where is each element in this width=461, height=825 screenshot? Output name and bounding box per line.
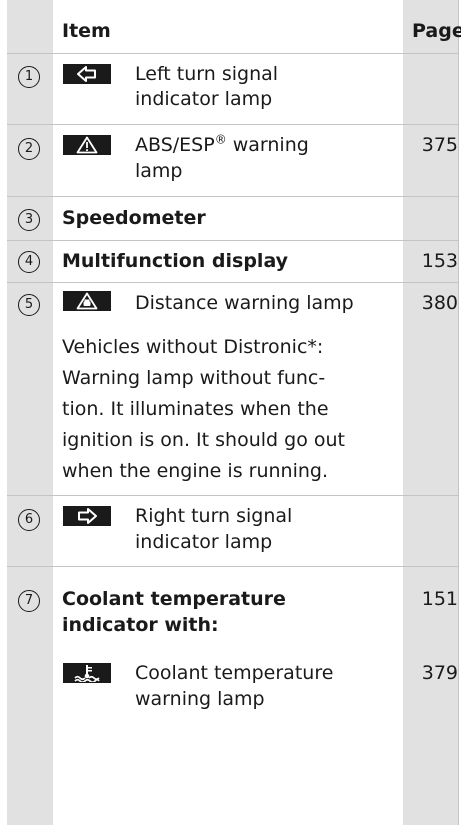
note-line-4: ignition is on. It should go out xyxy=(62,429,345,451)
row-number-5: 5 xyxy=(18,294,40,316)
coolant-temperature-icon xyxy=(63,663,111,683)
row-divider xyxy=(7,240,458,241)
row-text-7-line1: Coolant temperature xyxy=(62,588,286,610)
table-right-border xyxy=(458,0,459,825)
row-text-1-line2: indicator lamp xyxy=(135,88,273,110)
row-divider xyxy=(7,566,458,567)
row-number-6: 6 xyxy=(18,509,40,531)
note-line-5: when the engine is running. xyxy=(62,460,328,482)
row-text-6-line2: indicator lamp xyxy=(135,531,273,553)
page-ref-2: 375 xyxy=(421,134,458,156)
row-text-1-line1: Left turn signal xyxy=(135,63,279,85)
row-text-4: Multifunction display xyxy=(62,250,289,272)
row-divider xyxy=(7,53,458,54)
page-ref-7: 151 xyxy=(421,588,458,610)
row-divider xyxy=(7,124,458,125)
row-number-4: 4 xyxy=(18,251,40,273)
note-line-3: tion. It illuminates when the xyxy=(62,398,329,420)
row-text-2-line2: lamp xyxy=(135,160,183,182)
row-text-6-line1: Right turn signal xyxy=(135,505,293,527)
row-number-7: 7 xyxy=(18,590,40,612)
right-arrow-icon xyxy=(63,506,111,526)
note-line-1: Vehicles without Distronic*: xyxy=(62,336,324,358)
row-number-2: 2 xyxy=(18,138,40,160)
row-number-1: 1 xyxy=(18,66,40,88)
row-text-2-line1: ABS/ESP® warning xyxy=(135,132,309,156)
distance-warning-icon xyxy=(63,291,111,311)
row-number-3: 3 xyxy=(18,209,40,231)
row-divider xyxy=(7,282,458,283)
row-divider xyxy=(7,495,458,496)
note-line-2: Warning lamp without func- xyxy=(62,367,326,389)
row-divider xyxy=(7,196,458,197)
row-text-3: Speedometer xyxy=(62,207,206,229)
warning-triangle-icon xyxy=(63,135,111,155)
row-text-7-line2: indicator with: xyxy=(62,614,219,636)
page-ref-sub: 379 xyxy=(421,662,458,684)
row-text-5: Distance warning lamp xyxy=(135,292,354,314)
header-item: Item xyxy=(62,20,111,42)
sub-row-text-line2: warning lamp xyxy=(135,688,265,710)
page-ref-4: 153 xyxy=(421,250,458,272)
sub-row-text-line1: Coolant temperature xyxy=(135,662,334,684)
page-ref-5: 380 xyxy=(421,292,458,314)
header-page: Page xyxy=(412,20,461,42)
left-arrow-icon xyxy=(63,64,111,84)
